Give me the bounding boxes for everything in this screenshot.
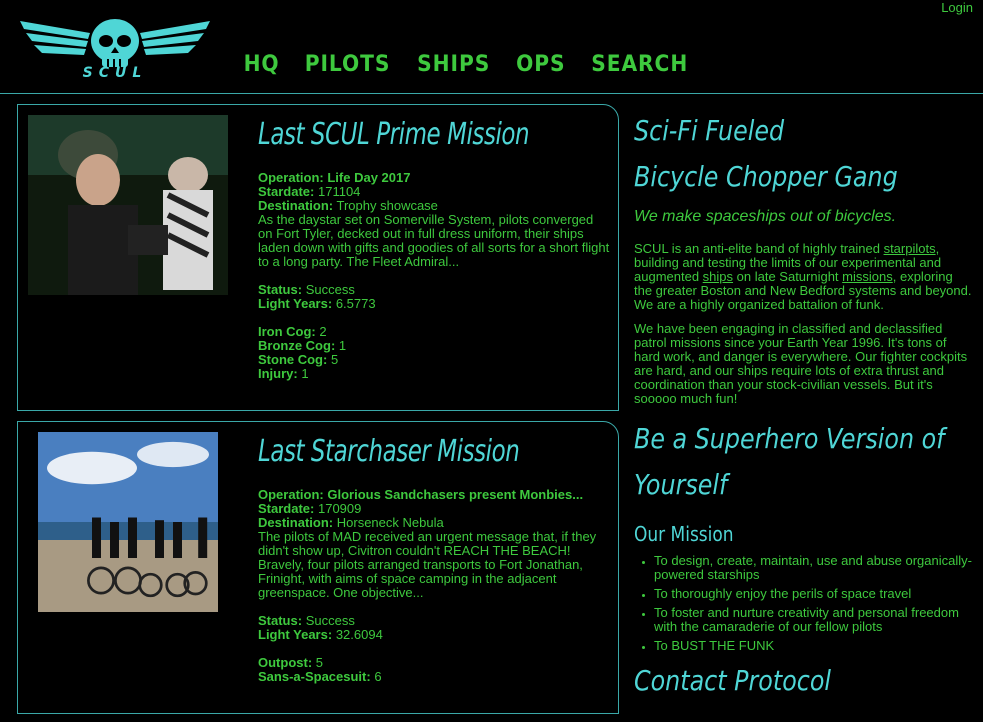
starchaser-mission-details: Last Starchaser Mission Operation: Glori…	[258, 430, 610, 684]
destination-value: Horseneck Nebula	[336, 515, 444, 530]
extra-value: 1	[301, 366, 309, 381]
about-sidebar: Sci-Fi Fueled Bicycle Chopper Gang We ma…	[634, 108, 974, 704]
operation-label: Operation:	[258, 170, 324, 185]
stardate-label: Stardate:	[258, 501, 315, 516]
destination-label: Destination:	[258, 198, 334, 213]
status-value: Success	[305, 282, 355, 297]
lightyears-value: 32.6094	[335, 627, 383, 642]
headline-chopper-gang: Bicycle Chopper Gang	[634, 160, 898, 193]
headline-superhero: Be a Superhero Version of	[634, 422, 945, 455]
scul-logo[interactable]: SCUL	[20, 15, 210, 79]
missions-link[interactable]: missions	[842, 269, 893, 284]
extra-value: 5	[315, 655, 324, 670]
prime-mission-title[interactable]: Last SCUL Prime Mission	[258, 113, 557, 157]
extra-label: Iron Cog:	[258, 324, 316, 339]
lightyears-label: Light Years:	[258, 627, 333, 642]
starpilots-link[interactable]: starpilots	[884, 241, 936, 256]
prime-mission-card: Last SCUL Prime Mission Operation: Life …	[17, 104, 619, 411]
list-item: To thoroughly enjoy the perils of space …	[654, 587, 974, 601]
login-link[interactable]: Login	[941, 0, 973, 15]
destination-value: Trophy showcase	[336, 198, 438, 213]
headline-scifi: Sci-Fi Fueled	[634, 114, 785, 147]
headline-contact-protocol: Contact Protocol	[634, 664, 832, 697]
extra-value: 2	[319, 324, 327, 339]
stardate-label: Stardate:	[258, 184, 315, 199]
extra-label: Injury:	[258, 366, 298, 381]
prime-mission-photo[interactable]	[28, 115, 228, 295]
nav-ships[interactable]: SHIPS	[417, 52, 490, 77]
main-nav: HQ PILOTS SHIPS OPS SEARCH	[242, 52, 713, 77]
status-label: Status:	[258, 282, 303, 297]
nav-pilots[interactable]: PILOTS	[305, 52, 391, 77]
para-text: SCUL is an anti-elite band of highly tra…	[634, 241, 884, 256]
para-text: on late Saturnight	[733, 269, 843, 284]
site-header: SCUL Login HQ PILOTS SHIPS OPS SEARCH	[0, 0, 983, 94]
nav-search[interactable]: SEARCH	[592, 52, 689, 77]
nav-hq[interactable]: HQ	[244, 52, 280, 77]
lightyears-label: Light Years:	[258, 296, 333, 311]
operation-label: Operation:	[258, 487, 324, 502]
nav-ops[interactable]: OPS	[516, 52, 565, 77]
mission-description: The pilots of MAD received an urgent mes…	[258, 529, 597, 600]
ships-link[interactable]: ships	[703, 269, 733, 284]
prime-mission-details: Last SCUL Prime Mission Operation: Life …	[258, 113, 610, 381]
stardate-value: 171104	[317, 184, 361, 199]
tagline: We make spaceships out of bicycles.	[634, 208, 897, 225]
headline-yourself: Yourself	[634, 468, 728, 501]
starchaser-mission-card: Last Starchaser Mission Operation: Glori…	[17, 421, 619, 714]
extra-label: Outpost:	[258, 655, 313, 670]
logo-text: SCUL	[83, 65, 148, 79]
status-label: Status:	[258, 613, 303, 628]
list-item: To design, create, maintain, use and abu…	[654, 554, 974, 582]
extra-label: Stone Cog:	[258, 352, 328, 367]
lightyears-value: 6.5773	[335, 296, 376, 311]
extra-value: 5	[330, 352, 339, 367]
our-mission-heading: Our Mission	[634, 522, 734, 546]
operation-value[interactable]: Life Day 2017	[327, 170, 410, 185]
about-paragraph-1: SCUL is an anti-elite band of highly tra…	[634, 242, 974, 312]
extra-value: 1	[338, 338, 347, 353]
starchaser-mission-photo[interactable]	[28, 432, 228, 612]
mission-description: As the daystar set on Somerville System,…	[258, 212, 610, 269]
destination-label: Destination:	[258, 515, 334, 530]
stardate-value: 170909	[317, 501, 362, 516]
operation-value[interactable]: Glorious Sandchasers present Monbies...	[327, 487, 583, 502]
mission-list: To design, create, maintain, use and abu…	[634, 554, 974, 653]
extra-value: 6	[374, 669, 382, 684]
starchaser-mission-title[interactable]: Last Starchaser Mission	[258, 430, 557, 474]
list-item: To BUST THE FUNK	[654, 639, 974, 653]
about-paragraph-2: We have been engaging in classified and …	[634, 321, 968, 406]
extra-label: Bronze Cog:	[258, 338, 336, 353]
list-item: To foster and nurture creativity and per…	[654, 606, 974, 634]
status-value: Success	[305, 613, 355, 628]
extra-label: Sans-a-Spacesuit:	[258, 669, 371, 684]
